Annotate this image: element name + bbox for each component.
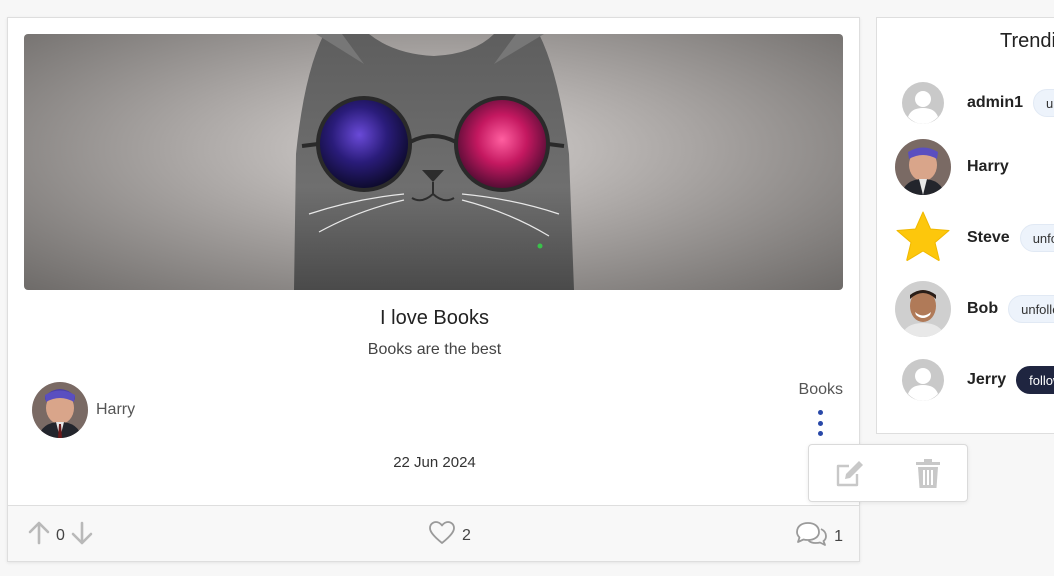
post-date: 22 Jun 2024 xyxy=(393,454,476,471)
harry-avatar[interactable] xyxy=(895,139,951,195)
trending-user-name[interactable]: Bob xyxy=(967,300,998,318)
trending-title: Trending xyxy=(1000,30,1054,52)
vote-count: 0 xyxy=(56,526,65,544)
unfollow-button[interactable]: unfollow xyxy=(1019,224,1054,252)
comments-control: 1 xyxy=(794,520,843,553)
author-name[interactable]: Harry xyxy=(96,401,135,419)
trash-icon[interactable] xyxy=(915,459,941,489)
trending-user-row: Steve unfollow xyxy=(895,210,1054,266)
post-description: Books are the best xyxy=(367,341,502,358)
post-title: I love Books xyxy=(380,307,489,329)
trending-user-name[interactable]: admin1 xyxy=(967,94,1023,112)
kebab-menu-icon[interactable] xyxy=(813,410,827,436)
trending-user-name[interactable]: Harry xyxy=(967,158,1009,176)
like-control: 2 xyxy=(428,520,471,551)
like-count: 2 xyxy=(462,526,471,544)
trending-user-row: Bob unfollow xyxy=(895,281,1054,337)
edit-icon[interactable] xyxy=(835,459,865,489)
post-category[interactable]: Books xyxy=(799,381,843,399)
trending-user-row: Jerry follow xyxy=(895,352,1054,408)
post-footer: 0 2 1 xyxy=(8,505,859,561)
bob-avatar[interactable] xyxy=(895,281,951,337)
trending-panel: Trending admin1 unfollow xyxy=(876,17,1054,434)
star-icon[interactable] xyxy=(895,210,951,266)
vote-controls: 0 xyxy=(28,521,93,550)
trending-user-name[interactable]: Steve xyxy=(967,229,1010,247)
post-author[interactable]: Harry xyxy=(32,382,135,438)
author-avatar[interactable] xyxy=(32,382,88,438)
arrow-up-icon[interactable] xyxy=(28,521,50,550)
trending-user-row: Harry xyxy=(895,139,1054,195)
unfollow-button[interactable]: unfollow xyxy=(1033,89,1054,117)
cat-photo-illustration xyxy=(294,34,574,290)
trending-user-row: admin1 unfollow xyxy=(895,75,1054,131)
comments-icon[interactable] xyxy=(794,520,828,553)
default-avatar-icon[interactable] xyxy=(895,352,951,408)
unfollow-button[interactable]: unfollow xyxy=(1008,295,1054,323)
post-image xyxy=(24,34,843,290)
arrow-down-icon[interactable] xyxy=(71,521,93,550)
page: I love Books Books are the best Harry Bo… xyxy=(0,0,1054,576)
heart-icon[interactable] xyxy=(428,520,456,551)
default-avatar-icon[interactable] xyxy=(895,75,951,131)
post-card: I love Books Books are the best Harry Bo… xyxy=(7,17,860,562)
post-actions-popup xyxy=(808,444,968,502)
follow-button[interactable]: follow xyxy=(1016,366,1054,394)
comment-count: 1 xyxy=(834,527,843,545)
trending-user-name[interactable]: Jerry xyxy=(967,371,1006,389)
